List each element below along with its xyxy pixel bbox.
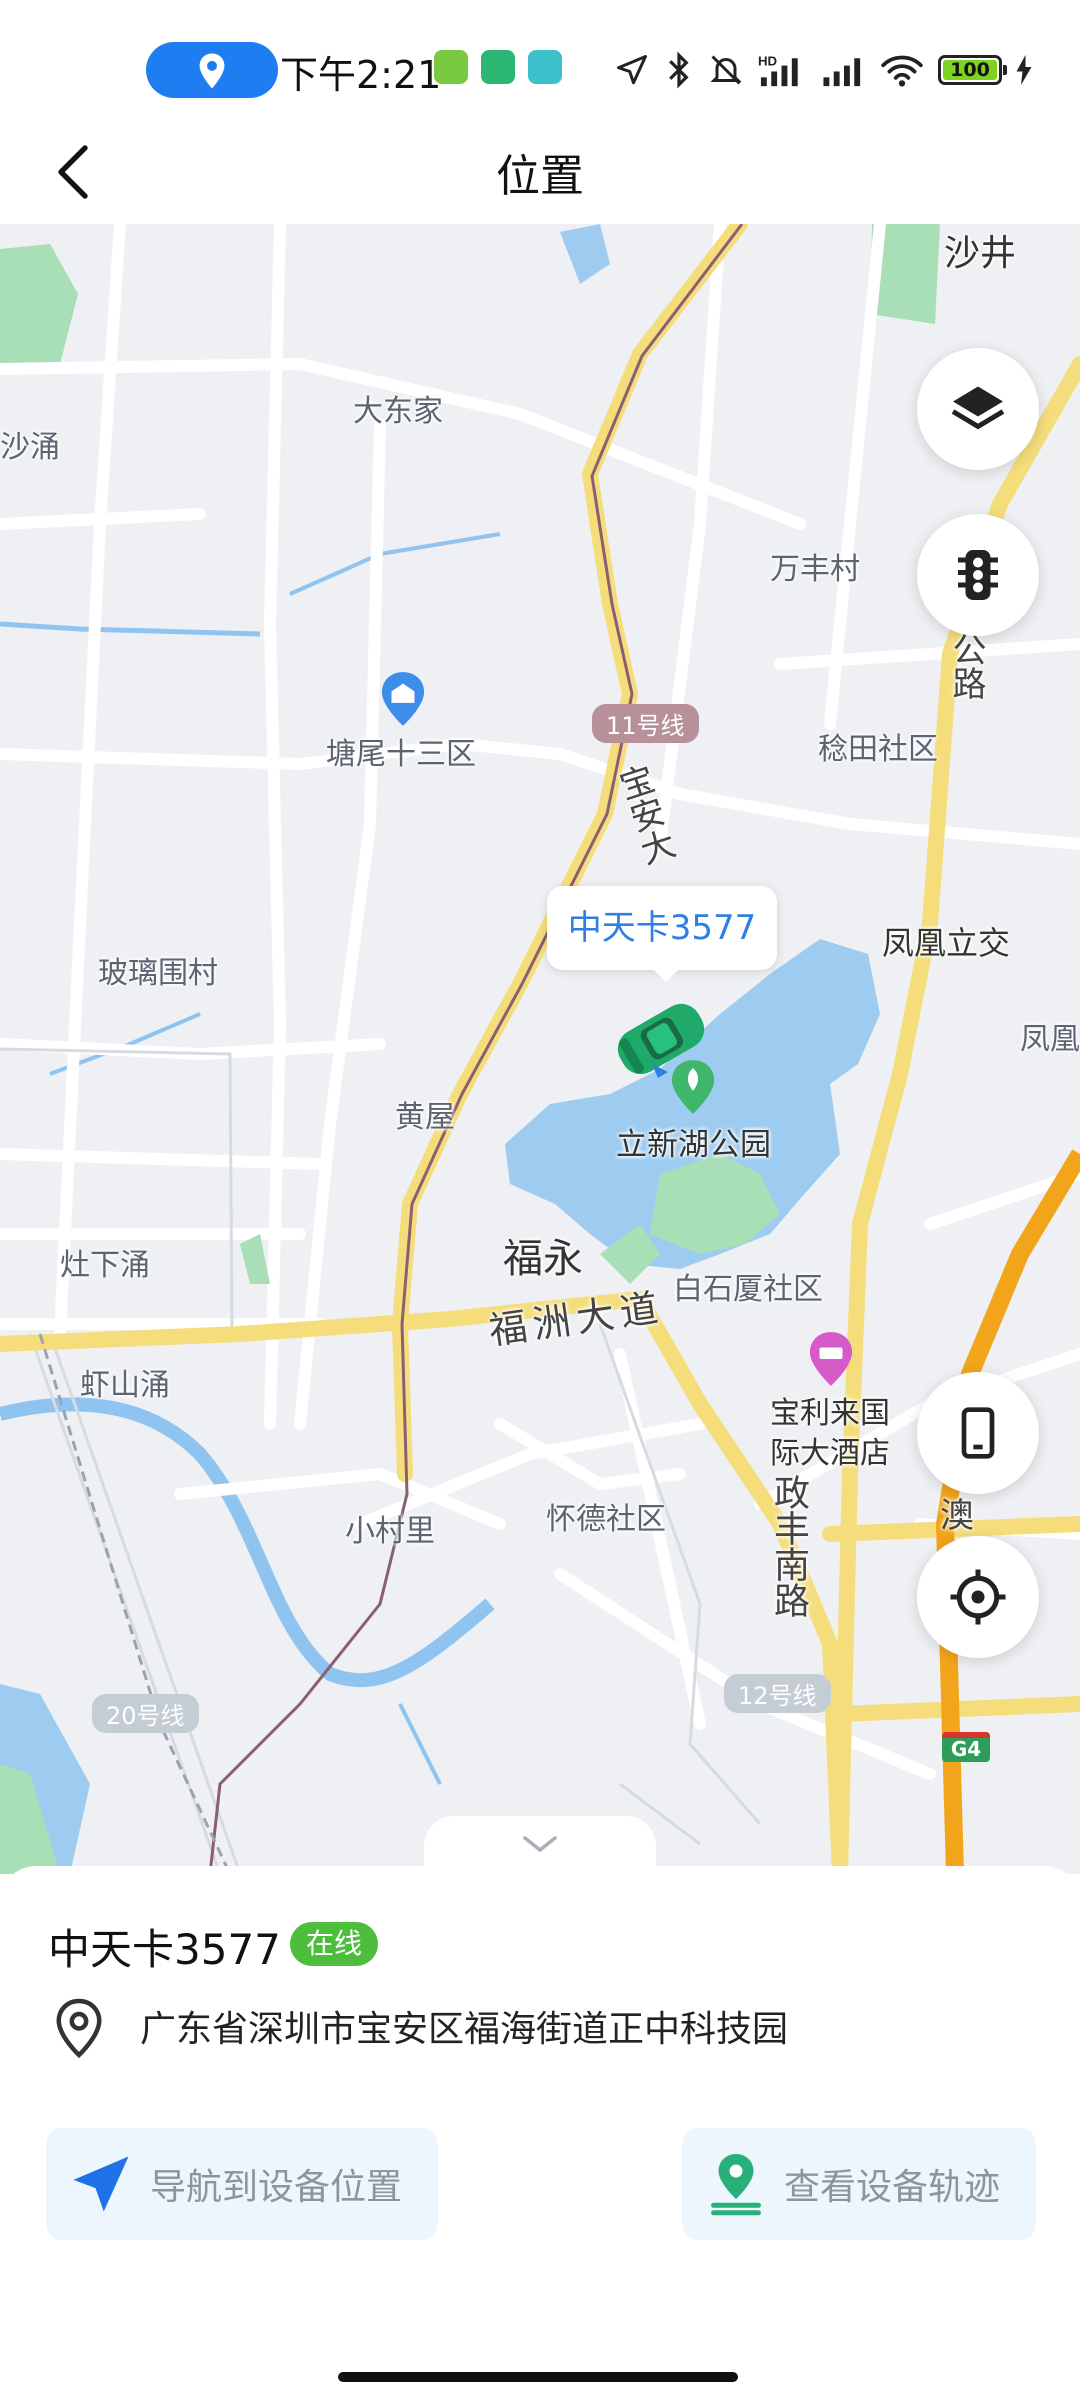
navigation-notification-icon <box>528 50 562 84</box>
signal-hd-icon: HD <box>758 54 798 87</box>
map-label: 福永 <box>503 1236 583 1282</box>
device-location-button[interactable] <box>917 1372 1039 1494</box>
map-label: 塘尾十三区 <box>326 737 476 772</box>
page-title: 位置 <box>496 151 584 202</box>
view-track-button[interactable]: 查看设备轨迹 <box>682 2128 1036 2240</box>
building-poi-icon[interactable] <box>380 672 426 726</box>
top-bar: 位置 <box>0 120 1080 224</box>
map-label: 凤凰立交 <box>882 924 1011 962</box>
locate-crosshair-icon <box>950 1569 1006 1625</box>
layers-icon <box>951 386 1005 430</box>
map-label: 白石厦社区 <box>673 1272 823 1307</box>
location-sharing-pill[interactable] <box>146 42 278 98</box>
device-name: 中天卡3577 <box>48 1925 281 1974</box>
metro-line-tag: 12号线 <box>724 1674 831 1713</box>
navigation-arrow-icon <box>73 2156 129 2212</box>
car-marker-icon[interactable] <box>606 994 716 1084</box>
location-pin-icon <box>56 1998 102 2059</box>
map-label: 虾山涌 <box>80 1368 170 1403</box>
chevron-down-icon <box>523 1836 557 1853</box>
my-location-button[interactable] <box>917 1536 1039 1658</box>
map-label: 万丰村 <box>770 552 860 587</box>
status-badge: 在线 <box>290 1922 379 1966</box>
phone-icon <box>961 1407 995 1459</box>
mute-bell-icon <box>710 55 742 85</box>
battery-level: 100 <box>950 59 990 81</box>
status-time: 下午2:21 <box>280 53 442 97</box>
metro-line-tag: 20号线 <box>92 1694 199 1733</box>
status-icons: HD 100 <box>614 48 1032 92</box>
map-label: 沙涌 <box>0 430 60 465</box>
home-indicator[interactable] <box>338 2372 738 2382</box>
map-view[interactable]: 沙井 大东家 沙涌 万丰村 塘尾十三区 稔田社区 玻璃围村 凤凰立交 凤凰 黄屋… <box>0 224 1080 1874</box>
charging-icon <box>1016 55 1032 85</box>
status-bar: 下午2:21 HD 100 <box>0 0 1080 140</box>
map-label: 稔田社区 <box>818 732 938 767</box>
device-marker-label[interactable]: 中天卡3577 <box>547 886 777 982</box>
traffic-toggle-button[interactable] <box>917 514 1039 636</box>
app-notification-icon <box>434 50 468 84</box>
map-label: 澳 <box>940 1496 974 1536</box>
device-address: 广东省深圳市宝安区福海街道正中科技园 <box>140 2009 789 2050</box>
navigate-to-device-button[interactable]: 导航到设备位置 <box>46 2128 438 2240</box>
map-label: 玻璃围村 <box>98 956 218 991</box>
road-label: 政丰南路 <box>768 1474 809 1618</box>
battery-icon: 100 <box>938 55 1007 85</box>
map-label: 灶下涌 <box>60 1248 150 1283</box>
metro-line-tag: 11号线 <box>592 704 699 743</box>
traffic-light-icon <box>958 550 998 600</box>
location-pin-icon <box>199 53 225 89</box>
track-pin-icon <box>711 2154 761 2216</box>
map-label: 黄屋 <box>395 1100 455 1135</box>
shield-notification-icon <box>481 50 515 84</box>
map-layers-button[interactable] <box>917 348 1039 470</box>
highway-shield: G4 <box>942 1732 990 1762</box>
navigate-label: 导航到设备位置 <box>150 2167 403 2208</box>
map-base-layer <box>0 224 1080 1874</box>
svg-text:HD: HD <box>758 54 777 69</box>
road-label: 公路 <box>946 632 986 700</box>
map-label: 怀德社区 <box>546 1502 666 1537</box>
map-label: 际大酒店 <box>770 1436 890 1471</box>
map-label: 立新湖公园 <box>616 1127 771 1163</box>
map-label: 沙井 <box>944 233 1017 274</box>
map-label: 小村里 <box>345 1514 435 1549</box>
signal-icon <box>823 58 861 87</box>
track-label: 查看设备轨迹 <box>784 2167 1001 2208</box>
wifi-icon <box>881 55 923 87</box>
map-label: 凤凰 <box>1020 1022 1080 1057</box>
gps-arrow-icon <box>617 55 647 85</box>
bluetooth-icon <box>669 51 689 89</box>
hotel-poi-icon[interactable] <box>808 1332 854 1386</box>
map-label: 宝利来国 <box>770 1396 890 1431</box>
map-label: 大东家 <box>353 394 443 429</box>
